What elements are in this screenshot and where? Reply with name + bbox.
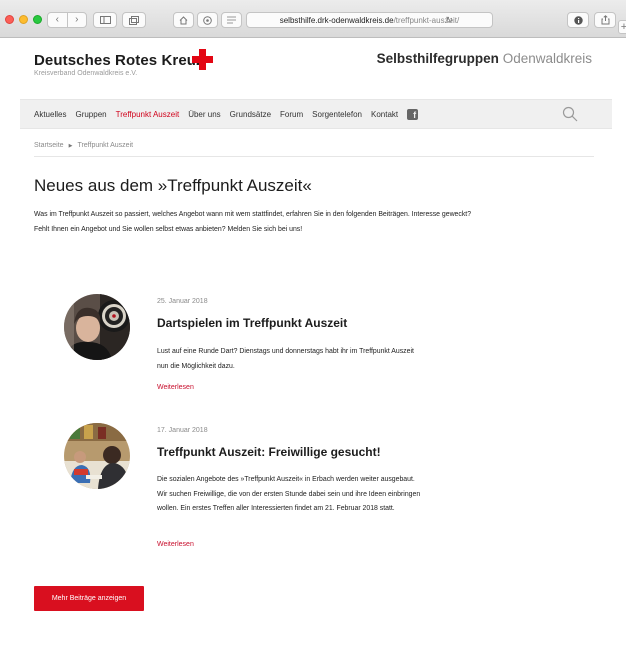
nav-item-gruppen[interactable]: Gruppen xyxy=(75,110,106,119)
downloads-button[interactable] xyxy=(567,12,589,28)
breadcrumb-divider xyxy=(34,156,594,157)
page-title: Neues aus dem »Treffpunkt Auszeit« xyxy=(34,176,312,195)
tabs-icon xyxy=(129,15,139,25)
read-more-link[interactable]: Weiterlesen xyxy=(157,541,194,548)
share-button[interactable] xyxy=(594,12,616,28)
site-name[interactable]: Selbsthilfegruppen Odenwaldkreis xyxy=(377,51,592,66)
site-name-bold: Selbsthilfegruppen xyxy=(376,51,499,66)
read-more-link[interactable]: Weiterlesen xyxy=(157,384,194,391)
reader-view-button[interactable] xyxy=(221,12,242,28)
post-date: 25. Januar 2018 xyxy=(157,298,208,305)
search-icon[interactable] xyxy=(562,106,578,122)
new-tab-button[interactable]: + xyxy=(618,20,626,34)
post-thumbnail-dart xyxy=(64,294,130,360)
facebook-icon[interactable]: f xyxy=(407,109,419,120)
site-name-light: Odenwaldkreis xyxy=(502,51,592,66)
share-icon xyxy=(601,15,609,25)
nav-item-sorgentelefon[interactable]: Sorgentelefon xyxy=(312,110,362,119)
breadcrumb-current: Treffpunkt Auszeit xyxy=(77,142,134,149)
show-more-posts-button[interactable]: Mehr Beiträge anzeigen xyxy=(34,586,144,611)
red-cross-horizontal xyxy=(192,56,213,63)
main-navigation: Aktuelles Gruppen Treffpunkt Auszeit Übe… xyxy=(20,99,612,129)
browser-toolbar: ‹ › selbsthilfe.drk-odenwaldkreis.de/tre… xyxy=(0,0,626,38)
forward-button[interactable]: › xyxy=(68,15,87,25)
window-minimize-button[interactable] xyxy=(19,15,28,24)
post-image-volunteers[interactable] xyxy=(64,423,130,489)
home-icon xyxy=(179,15,188,24)
post-thumbnail-volunteers xyxy=(64,423,130,489)
intro-text: Was im Treffpunkt Auszeit so passiert, w… xyxy=(34,211,472,233)
brand-subtitle: Kreisverband Odenwaldkreis e.V. xyxy=(34,70,138,77)
nav-item-aktuelles[interactable]: Aktuelles xyxy=(34,110,66,119)
post-title[interactable]: Dartspielen im Treffpunkt Auszeit xyxy=(157,316,347,330)
home-button[interactable] xyxy=(173,12,194,28)
back-forward-buttons: ‹ › xyxy=(47,12,87,28)
brand-title[interactable]: Deutsches Rotes Kreuz xyxy=(34,52,204,69)
tab-overview-button[interactable] xyxy=(122,12,146,28)
sidebar-toggle-button[interactable] xyxy=(93,12,117,28)
window-zoom-button[interactable] xyxy=(33,15,42,24)
info-icon xyxy=(573,15,583,25)
window-close-button[interactable] xyxy=(5,15,14,24)
reader-icon xyxy=(227,16,236,24)
post-title[interactable]: Treffpunkt Auszeit: Freiwillige gesucht! xyxy=(157,445,381,459)
breadcrumb-home[interactable]: Startseite xyxy=(34,142,64,149)
red-cross-logo[interactable] xyxy=(192,49,213,70)
nav-item-treffpunkt-auszeit[interactable]: Treffpunkt Auszeit xyxy=(116,110,180,119)
url-host: selbsthilfe.drk-odenwaldkreis.de xyxy=(279,15,394,25)
nav-item-grundsaetze[interactable]: Grundsätze xyxy=(230,110,271,119)
post-date: 17. Januar 2018 xyxy=(157,427,208,434)
privacy-icon xyxy=(203,15,212,25)
triangle-right-icon: ▶ xyxy=(68,142,73,149)
nav-item-kontakt[interactable]: Kontakt xyxy=(371,110,398,119)
breadcrumb: Startseite ▶ Treffpunkt Auszeit xyxy=(34,142,133,149)
privacy-report-button[interactable] xyxy=(197,12,218,28)
post-image-dart[interactable] xyxy=(64,294,130,360)
address-bar[interactable]: selbsthilfe.drk-odenwaldkreis.de/treffpu… xyxy=(246,12,493,28)
nav-list: Aktuelles Gruppen Treffpunkt Auszeit Übe… xyxy=(34,109,419,120)
post-excerpt: Die sozialen Angebote des »Treffpunkt Au… xyxy=(157,476,421,512)
back-button[interactable]: ‹ xyxy=(48,15,67,25)
sidebar-icon xyxy=(99,16,111,24)
post-excerpt: Lust auf eine Runde Dart? Dienstags und … xyxy=(157,348,414,370)
reload-icon[interactable]: ↻ xyxy=(445,15,453,26)
nav-item-ueber-uns[interactable]: Über uns xyxy=(188,110,220,119)
nav-item-forum[interactable]: Forum xyxy=(280,110,303,119)
